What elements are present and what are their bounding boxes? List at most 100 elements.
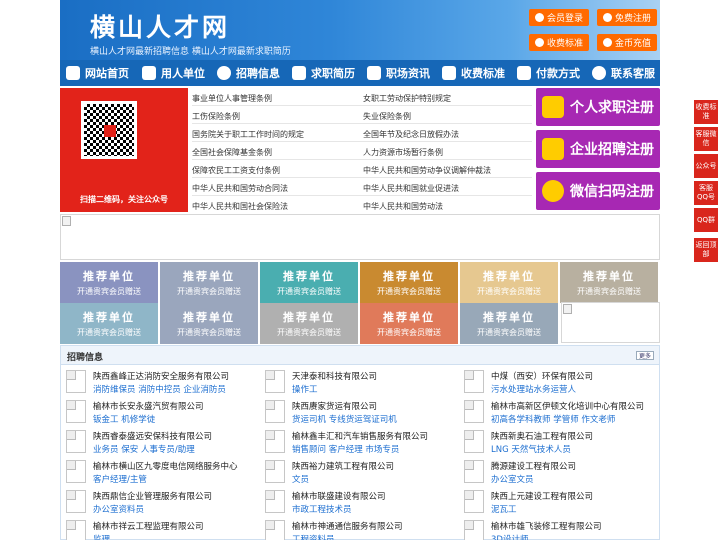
nav-employers[interactable]: 用人单位: [134, 60, 209, 86]
policy-link[interactable]: 中华人民共和国劳动合同法: [192, 183, 288, 194]
company-logo[interactable]: [464, 460, 484, 483]
company-name-link[interactable]: 榆林市神通通信服务有限公司: [292, 520, 403, 532]
company-name-link[interactable]: 中煤（西安）环保有限公司: [491, 370, 593, 382]
company-logo[interactable]: [464, 370, 484, 393]
recommend-tile[interactable]: 推荐单位 开通贵宾会员赠送: [160, 262, 258, 303]
policy-link[interactable]: 保障农民工工资支付条例: [192, 165, 280, 176]
company-logo[interactable]: [464, 400, 484, 423]
side-back-to-top[interactable]: 返回顶部: [694, 238, 718, 262]
policy-link[interactable]: 事业单位人事管理条例: [192, 93, 272, 104]
side-qq-service[interactable]: 客服QQ号: [694, 181, 718, 205]
nav-payment[interactable]: 付款方式: [509, 60, 584, 86]
company-name-link[interactable]: 榆林市长安永盛汽贸有限公司: [93, 400, 204, 412]
company-name-link[interactable]: 陕西赓家货运有限公司: [292, 400, 377, 412]
nav-fees[interactable]: 收费标准: [434, 60, 509, 86]
recommend-image[interactable]: [561, 302, 660, 343]
company-logo[interactable]: [265, 370, 285, 393]
company-logo[interactable]: [66, 520, 86, 540]
company-name-link[interactable]: 榆林鑫丰汇和汽车销售服务有限公司: [292, 430, 428, 442]
company-logo[interactable]: [464, 430, 484, 453]
policy-link[interactable]: 国务院关于职工工作时间的规定: [192, 129, 304, 140]
company-name-link[interactable]: 陕西裕力建筑工程有限公司: [292, 460, 394, 472]
company-name-link[interactable]: 腾源建设工程有限公司: [491, 460, 576, 472]
nav-home[interactable]: 网站首页: [60, 60, 134, 86]
policy-link[interactable]: 失业保险条例: [363, 111, 411, 122]
job-positions-link[interactable]: LNG 天然气技术人员: [491, 443, 571, 455]
company-name-link[interactable]: 榆林市联盛建设有限公司: [292, 490, 386, 502]
company-logo[interactable]: [464, 520, 484, 540]
company-name-link[interactable]: 榆林市祥云工程监理有限公司: [93, 520, 204, 532]
personal-register-button[interactable]: 个人求职注册: [536, 88, 660, 126]
policy-link[interactable]: 中华人民共和国劳动争议调解仲裁法: [363, 165, 491, 176]
policy-link[interactable]: 工伤保险条例: [192, 111, 240, 122]
company-logo[interactable]: [265, 460, 285, 483]
company-logo[interactable]: [265, 400, 285, 423]
job-positions-link[interactable]: 初高各学科教师 学管师 作文老师: [491, 413, 615, 425]
login-button[interactable]: 会员登录: [529, 9, 589, 26]
recommend-tile[interactable]: 推荐单位 开通贵宾会员赠送: [260, 303, 358, 344]
nav-resumes[interactable]: 求职简历: [284, 60, 359, 86]
policy-link[interactable]: 中华人民共和国社会保险法: [192, 201, 288, 212]
company-name-link[interactable]: 陕西睿泰盛远安保科技有限公司: [93, 430, 212, 442]
side-official-account[interactable]: 公众号: [694, 154, 718, 178]
policy-link[interactable]: 中华人民共和国就业促进法: [363, 183, 459, 194]
company-name-link[interactable]: 陕西上元建设工程有限公司: [491, 490, 593, 502]
nav-news[interactable]: 职场资讯: [359, 60, 434, 86]
recommend-tile[interactable]: 推荐单位 开通贵宾会员赠送: [360, 262, 458, 303]
ad-banner-image[interactable]: [60, 214, 660, 260]
job-positions-link[interactable]: 污水处理站水务运营人: [491, 383, 576, 395]
recommend-tile[interactable]: 推荐单位 开通贵宾会员赠送: [560, 262, 658, 303]
company-logo[interactable]: [265, 430, 285, 453]
nav-jobs[interactable]: 招聘信息: [209, 60, 284, 86]
company-name-link[interactable]: 榆林市雄飞装修工程有限公司: [491, 520, 602, 532]
job-positions-link[interactable]: 销售顾问 客户经理 市场专员: [292, 443, 399, 455]
recommend-tile[interactable]: 推荐单位 开通贵宾会员赠送: [60, 303, 158, 344]
fee-standard-button[interactable]: 收费标准: [529, 34, 589, 51]
company-name-link[interactable]: 陕西鼎信企业管理服务有限公司: [93, 490, 212, 502]
company-logo[interactable]: [265, 520, 285, 540]
nav-contact[interactable]: 联系客服: [584, 60, 660, 86]
company-logo[interactable]: [66, 460, 86, 483]
job-positions-link[interactable]: 货运司机 专线货运驾证司机: [292, 413, 397, 425]
job-positions-link[interactable]: 业务员 保安 人事专员/助理: [93, 443, 195, 455]
policy-link[interactable]: 全国年节及纪念日放假办法: [363, 129, 459, 140]
job-positions-link[interactable]: 办公室资料员: [93, 503, 144, 515]
recommend-tile[interactable]: 推荐单位 开通贵宾会员赠送: [60, 262, 158, 303]
company-logo[interactable]: [265, 490, 285, 513]
company-logo[interactable]: [66, 430, 86, 453]
side-wechat-service[interactable]: 客服微信: [694, 127, 718, 151]
company-logo[interactable]: [66, 370, 86, 393]
company-register-button[interactable]: 企业招聘注册: [536, 130, 660, 168]
policy-link[interactable]: 女职工劳动保护特别规定: [363, 93, 451, 104]
recommend-tile[interactable]: 推荐单位 开通贵宾会员赠送: [460, 303, 558, 344]
company-logo[interactable]: [66, 490, 86, 513]
job-positions-link[interactable]: 3D设计师: [491, 533, 528, 540]
job-positions-link[interactable]: 消防维保员 消防中控员 企业消防员: [93, 383, 226, 395]
company-name-link[interactable]: 榆林市高新区伊顿文化培训中心有限公司: [491, 400, 644, 412]
job-positions-link[interactable]: 办公室文员: [491, 473, 534, 485]
policy-link[interactable]: 全国社会保障基金条例: [192, 147, 272, 158]
recommend-tile[interactable]: 推荐单位 开通贵宾会员赠送: [460, 262, 558, 303]
recommend-tile[interactable]: 推荐单位 开通贵宾会员赠送: [360, 303, 458, 344]
coin-recharge-button[interactable]: 金币充值: [597, 34, 657, 51]
wechat-register-button[interactable]: 微信扫码注册: [536, 172, 660, 210]
recommend-tile[interactable]: 推荐单位 开通贵宾会员赠送: [260, 262, 358, 303]
site-logo[interactable]: 横山人才网: [90, 8, 230, 44]
company-name-link[interactable]: 陕西鑫峰正达消防安全服务有限公司: [93, 370, 229, 382]
job-positions-link[interactable]: 监理: [93, 533, 110, 540]
company-logo[interactable]: [464, 490, 484, 513]
job-positions-link[interactable]: 工程资料员: [292, 533, 335, 540]
recommend-tile[interactable]: 推荐单位 开通贵宾会员赠送: [160, 303, 258, 344]
company-name-link[interactable]: 天津泰和科技有限公司: [292, 370, 377, 382]
register-button[interactable]: 免费注册: [597, 9, 657, 26]
company-logo[interactable]: [66, 400, 86, 423]
policy-link[interactable]: 中华人民共和国劳动法: [363, 201, 443, 212]
side-qq-group[interactable]: QQ群: [694, 208, 718, 232]
job-positions-link[interactable]: 文员: [292, 473, 309, 485]
company-name-link[interactable]: 陕西新奥石油工程有限公司: [491, 430, 593, 442]
company-name-link[interactable]: 榆林市横山区九零度电信网络服务中心: [93, 460, 238, 472]
job-positions-link[interactable]: 钣金工 机修学徒: [93, 413, 155, 425]
policy-link[interactable]: 人力资源市场暂行条例: [363, 147, 443, 158]
side-fee-standard[interactable]: 收费标准: [694, 100, 718, 124]
job-positions-link[interactable]: 操作工: [292, 383, 318, 395]
